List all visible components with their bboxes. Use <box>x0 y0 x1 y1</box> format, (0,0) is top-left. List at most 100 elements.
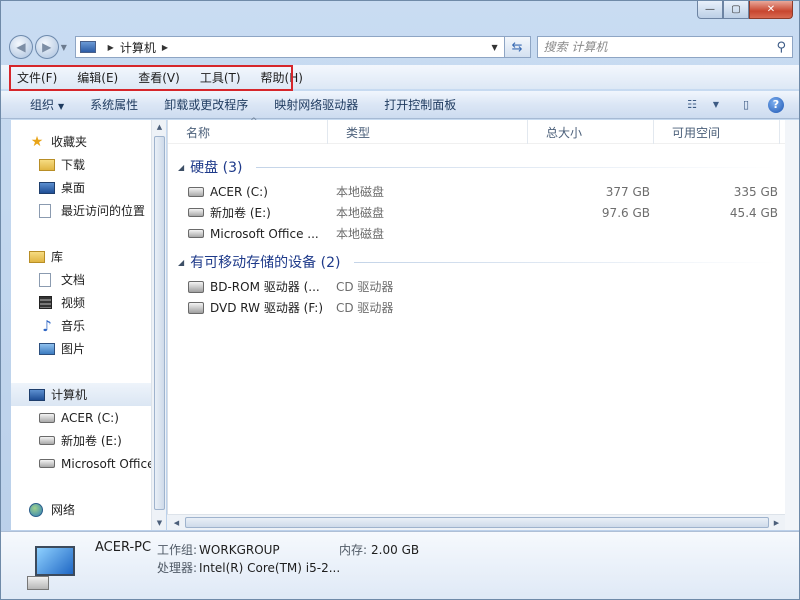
breadcrumb-computer[interactable]: 计算机 <box>120 39 156 56</box>
column-free-space[interactable]: 可用空间 <box>654 120 780 144</box>
refresh-button[interactable]: ⇆ <box>504 36 531 58</box>
search-icon[interactable]: ⚲ <box>776 40 786 55</box>
address-dropdown-icon[interactable]: ▼ <box>492 43 498 52</box>
sidebar-item-documents[interactable]: 文档 <box>11 268 151 291</box>
scroll-up-icon[interactable]: ▲ <box>152 120 167 134</box>
windows-drive-icon <box>39 412 55 423</box>
uninstall-program-button[interactable]: 卸载或更改程序 <box>151 96 261 113</box>
row-total: 377 GB <box>605 184 650 199</box>
row-name: BD-ROM 驱动器 (... <box>210 280 320 294</box>
processor-value: Intel(R) Core(TM) i5-2... <box>199 561 341 575</box>
sidebar-label: ACER (C:) <box>61 410 119 425</box>
chevron-right-icon[interactable]: ▶ <box>108 43 114 52</box>
sidebar-item-network[interactable]: 网络 <box>11 498 151 521</box>
sidebar-item-videos[interactable]: 视频 <box>11 291 151 314</box>
row-name: DVD RW 驱动器 (F:) <box>210 301 324 315</box>
sidebar-item-libraries[interactable]: 库 <box>11 245 151 268</box>
libraries-group: 库 文档 视频 ♪ 音乐 图片 <box>11 245 151 360</box>
system-properties-button[interactable]: 系统属性 <box>77 96 151 113</box>
scroll-thumb[interactable] <box>185 517 769 528</box>
organize-label: 组织 <box>30 98 55 112</box>
memory-value: 2.00 GB <box>371 543 420 557</box>
sidebar-label: 桌面 <box>61 181 86 195</box>
row-name: 新加卷 (E:) <box>210 206 271 220</box>
collapse-icon[interactable]: ◢ <box>178 163 184 172</box>
sidebar-item-recent-places[interactable]: 最近访问的位置 <box>11 199 151 222</box>
sidebar-item-music[interactable]: ♪ 音乐 <box>11 314 151 337</box>
sidebar-label: 库 <box>51 250 64 264</box>
star-icon: ★ <box>30 133 44 150</box>
column-headers: 名称 类型 总大小 可用空间 <box>168 117 786 144</box>
group-header-removable[interactable]: ◢ 有可移动存储的设备 (2) <box>168 251 340 273</box>
help-button[interactable]: ? <box>765 96 787 114</box>
sidebar-item-desktop[interactable]: 桌面 <box>11 176 151 199</box>
row-name-cell: DVD RW 驱动器 (F:) <box>168 299 348 316</box>
minimize-button[interactable]: — <box>697 1 723 19</box>
back-button[interactable]: ◀ <box>9 35 33 59</box>
scroll-right-icon[interactable]: ▶ <box>769 516 784 530</box>
content-pane: 名称 类型 总大小 可用空间 ◢ 硬盘 (3) ACER (C:) 本地磁盘 37… <box>167 117 786 514</box>
sidebar-item-drive-e[interactable]: 新加卷 (E:) <box>11 429 151 452</box>
open-control-panel-button[interactable]: 打开控制面板 <box>371 96 469 113</box>
sidebar-label: 网络 <box>51 503 76 517</box>
close-button[interactable]: ✕ <box>749 1 793 19</box>
sidebar-label: 文档 <box>61 273 86 287</box>
table-row[interactable]: 新加卷 (E:) 本地磁盘 97.6 GB 45.4 GB <box>168 202 786 223</box>
search-input[interactable] <box>543 40 777 54</box>
organize-button[interactable]: 组织 ▼ <box>17 96 77 113</box>
row-name: ACER (C:) <box>210 184 268 199</box>
navigation-scrollbar[interactable]: ▲ ▼ <box>151 120 166 530</box>
document-icon <box>39 272 51 287</box>
horizontal-scrollbar[interactable]: ◀ ▶ <box>167 514 785 530</box>
computer-large-icon <box>27 546 77 590</box>
collapse-icon[interactable]: ◢ <box>178 258 184 267</box>
table-row[interactable]: ACER (C:) 本地磁盘 377 GB 335 GB <box>168 181 786 202</box>
row-name: Microsoft Office ... <box>210 226 319 241</box>
sidebar-item-computer[interactable]: 计算机 <box>11 383 151 406</box>
maximize-button[interactable]: ▢ <box>723 1 749 19</box>
processor-label: 处理器: <box>157 561 198 575</box>
view-options-icon[interactable]: ☷ <box>681 96 703 114</box>
drive-icon <box>188 229 204 238</box>
row-type: 本地磁盘 <box>336 227 385 241</box>
group-title: 有可移动存储的设备 (2) <box>190 255 341 271</box>
sidebar-item-favorites[interactable]: ★ 收藏夹 <box>11 130 151 153</box>
scroll-left-icon[interactable]: ◀ <box>169 516 184 530</box>
sidebar-item-drive-c[interactable]: ACER (C:) <box>11 406 151 429</box>
forward-button[interactable]: ▶ <box>34 35 59 59</box>
table-row[interactable]: Microsoft Office ... 本地磁盘 <box>168 223 786 244</box>
column-type[interactable]: 类型 <box>328 120 528 144</box>
scroll-down-icon[interactable]: ▼ <box>152 516 167 530</box>
group-header-hard-disks[interactable]: ◢ 硬盘 (3) <box>168 156 242 178</box>
computer-name: ACER-PC <box>95 540 152 555</box>
search-box[interactable]: ⚲ <box>536 36 793 58</box>
sidebar-label: 最近访问的位置 <box>61 204 146 218</box>
sidebar-label: 计算机 <box>51 388 88 402</box>
navigation-pane: ★ 收藏夹 下载 桌面 最近访问的位置 库 文档 视频 ♪ 音乐 图片 计算机 AC… <box>11 120 151 530</box>
preview-pane-icon[interactable]: ▯ <box>735 96 757 114</box>
row-type: 本地磁盘 <box>336 206 385 220</box>
chevron-right-icon[interactable]: ▶ <box>162 43 168 52</box>
help-icon: ? <box>768 96 784 113</box>
library-icon <box>29 250 45 263</box>
workgroup-label: 工作组: <box>157 543 198 557</box>
scroll-thumb[interactable] <box>154 136 165 510</box>
sidebar-item-downloads[interactable]: 下载 <box>11 153 151 176</box>
column-name[interactable]: 名称 <box>168 117 328 144</box>
navigation-row: ◀ ▶ ▼ ▶ 计算机 ▶ ▼ ⇆ ⚲ <box>9 33 793 61</box>
table-row[interactable]: DVD RW 驱动器 (F:) CD 驱动器 <box>168 297 786 318</box>
recent-pages-dropdown-icon[interactable]: ▼ <box>61 43 71 52</box>
address-bar[interactable]: ▶ 计算机 ▶ ▼ <box>74 36 505 58</box>
row-name-cell: BD-ROM 驱动器 (... <box>168 278 348 295</box>
sidebar-label: Microsoft Office <box>61 456 151 471</box>
video-icon <box>39 296 52 309</box>
sidebar-item-pictures[interactable]: 图片 <box>11 337 151 360</box>
drive-icon <box>188 208 204 217</box>
map-network-drive-button[interactable]: 映射网络驱动器 <box>261 96 371 113</box>
sidebar-item-office-drive[interactable]: Microsoft Office <box>11 452 151 475</box>
chevron-down-icon[interactable]: ▼ <box>705 96 727 114</box>
table-row[interactable]: BD-ROM 驱动器 (... CD 驱动器 <box>168 276 786 297</box>
workgroup-value: WORKGROUP <box>199 543 280 557</box>
content-edge <box>785 120 799 530</box>
column-total-size[interactable]: 总大小 <box>528 120 654 144</box>
